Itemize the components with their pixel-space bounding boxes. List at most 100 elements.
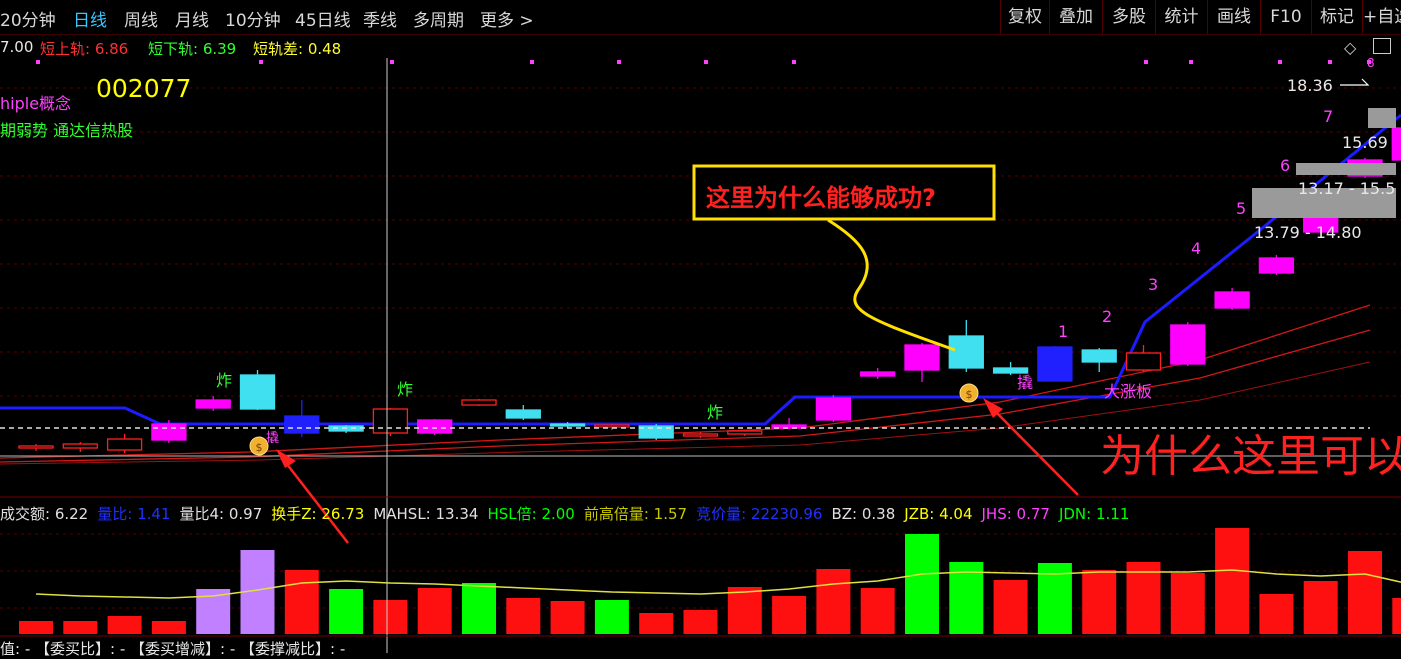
top-marker: [617, 60, 621, 64]
candle-body: [195, 399, 231, 409]
period-tab-more[interactable]: 更多 >: [480, 6, 534, 31]
candle-body: [860, 371, 896, 377]
top-marker: [530, 60, 534, 64]
volume-bar: [1215, 528, 1250, 634]
volume-info-value: 6.22: [54, 505, 89, 523]
chart-canvas: $ $: [0, 58, 1401, 653]
price-label-3: 13.17 - 15.5: [1298, 179, 1396, 198]
rail-diff-label: 短轨差:: [253, 40, 308, 58]
board-mark: 大涨板: [1104, 382, 1153, 401]
top-marker: [1328, 60, 1332, 64]
mark-button[interactable]: 标记: [1311, 0, 1362, 34]
volume-bar: [1392, 598, 1401, 634]
f10-button[interactable]: F10: [1260, 0, 1311, 34]
period-tab-45day[interactable]: 45日线: [295, 6, 351, 31]
indicator-prefix: 7.00: [0, 38, 34, 56]
volume-info-item: MAHSL: 13.34: [373, 505, 478, 523]
volume-bar: [816, 569, 851, 634]
top-marker-layer: [36, 60, 1371, 64]
volume-bar: [639, 613, 674, 634]
period-tab-weekly[interactable]: 周线: [124, 6, 158, 31]
volume-info-value: 1.11: [1095, 505, 1130, 523]
draw-line-button[interactable]: 画线: [1207, 0, 1260, 34]
candle-body: [948, 335, 984, 369]
candle-body: [549, 423, 586, 427]
candle-body: [18, 445, 54, 449]
step-3: 3: [1148, 275, 1159, 294]
period-tab-quarter[interactable]: 季线: [363, 6, 397, 31]
volume-bar: [683, 610, 718, 634]
top-marker: [259, 60, 263, 64]
zha-mark-1: 炸: [216, 371, 233, 390]
volume-layer: [19, 528, 1401, 634]
period-tab-daily[interactable]: 日线: [73, 6, 107, 31]
volume-bar: [462, 583, 496, 634]
volume-bar: [1126, 562, 1161, 634]
volume-info-value: 0.97: [228, 505, 263, 523]
resistance-box-1: [1368, 108, 1396, 128]
volume-info-label: 换手Z:: [271, 505, 322, 523]
volume-bar: [1082, 570, 1117, 634]
price-label-1: 18.36: [1287, 76, 1333, 95]
volume-info-label: 量比:: [97, 505, 138, 523]
adjust-button[interactable]: 复权: [1000, 0, 1049, 34]
volume-info-item: 量比: 1.41: [97, 505, 170, 523]
step-1: 1: [1058, 322, 1069, 341]
volume-info-label: 竞价量:: [696, 505, 751, 523]
period-tab-multi[interactable]: 多周期: [413, 6, 464, 31]
volume-bar: [727, 587, 762, 634]
volume-info-item: 前高倍量: 1.57: [584, 505, 687, 523]
callout-text: 这里为什么能够成功?: [706, 184, 936, 212]
volume-info-item: JHS: 0.77: [982, 505, 1050, 523]
step-4: 4: [1191, 239, 1202, 258]
candle-body: [1170, 324, 1206, 365]
volume-info-label: JZB:: [904, 505, 940, 523]
candle-body: [106, 438, 143, 451]
step-6: 6: [1280, 156, 1291, 175]
candle-body: [461, 399, 497, 406]
volume-info-label: MAHSL:: [373, 505, 436, 523]
volume-bar: [329, 589, 364, 634]
volume-info-item: 量比4: 0.97: [179, 505, 262, 523]
volume-info-value: 1.41: [137, 505, 171, 523]
add-watchlist-button[interactable]: +自选: [1362, 0, 1401, 34]
volume-bar: [506, 598, 541, 634]
arrow-left: [276, 449, 349, 544]
callout-leader: [827, 218, 956, 352]
volume-info-item: JDN: 1.11: [1059, 505, 1129, 523]
volume-bar: [993, 580, 1028, 634]
volume-info-item: BZ: 0.38: [831, 505, 895, 523]
volume-info-label: JHS:: [981, 505, 1017, 523]
resistance-box-2: [1296, 163, 1396, 175]
top-marker: [792, 60, 796, 64]
volume-info-label: JDN:: [1058, 505, 1096, 523]
volume-bar: [63, 621, 98, 634]
window-toggle-icon[interactable]: [1373, 38, 1391, 54]
volume-bar: [19, 621, 53, 634]
upper-rail-value: 6.86: [94, 40, 129, 58]
volume-bar: [905, 534, 939, 634]
candle-body: [284, 415, 320, 434]
volume-info-label: 量比4:: [179, 505, 229, 523]
period-tab-monthly[interactable]: 月线: [175, 6, 209, 31]
volume-info-item: 竞价量: 22230.96: [696, 505, 822, 523]
volume-bar: [1259, 594, 1294, 634]
multi-stock-button[interactable]: 多股: [1102, 0, 1155, 34]
period-toolbar: 20分钟 日线 周线 月线 10分钟 45日线 季线 多周期 更多 > 复权 叠…: [0, 0, 1401, 35]
lower-rail-label: 短下轨:: [148, 40, 203, 58]
price-label-4: 13.79 - 14.80: [1254, 223, 1362, 242]
volume-bar: [373, 600, 408, 634]
top-marker: [1144, 60, 1148, 64]
candle-body: [1258, 257, 1295, 274]
top-marker: [1278, 60, 1282, 64]
volume-info-bar: 成交额: 6.22 量比: 1.41 量比4: 0.97 换手Z: 26.73 MAHS…: [0, 503, 1138, 524]
candle-body: [505, 409, 541, 419]
period-tab-20min[interactable]: 20分钟: [0, 6, 56, 31]
stats-button[interactable]: 统计: [1155, 0, 1207, 34]
period-tab-10min[interactable]: 10分钟: [225, 6, 281, 31]
overlay-button[interactable]: 叠加: [1049, 0, 1102, 34]
rail-diff-value: 0.48: [307, 40, 342, 58]
diamond-icon[interactable]: ◇: [1344, 38, 1356, 57]
candle-body: [372, 408, 409, 434]
volume-info-item: JZB: 4.04: [904, 505, 972, 523]
